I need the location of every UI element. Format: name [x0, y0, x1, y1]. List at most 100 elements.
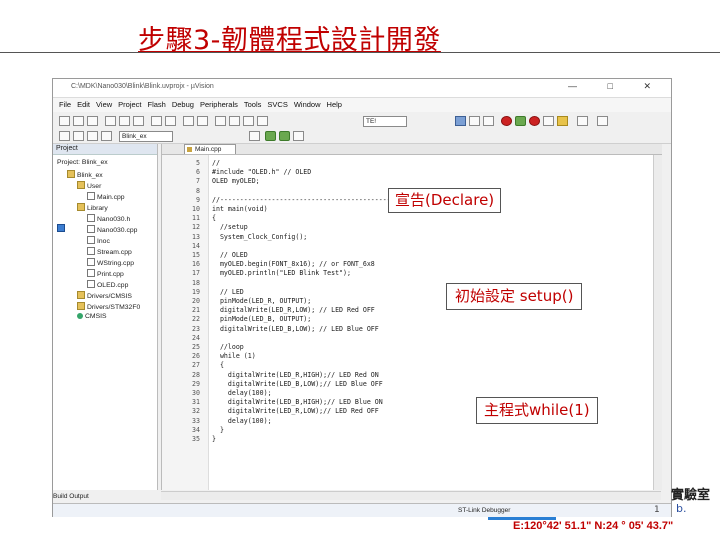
tree-item[interactable]: CMSIS: [77, 313, 107, 320]
code-line[interactable]: }: [212, 426, 224, 434]
window-controls[interactable]: — □ ✕: [568, 81, 665, 92]
paste-icon[interactable]: [133, 116, 144, 126]
line-number: 26: [192, 352, 200, 361]
code-line[interactable]: System_Clock_Config();: [212, 233, 307, 241]
view-icon[interactable]: [483, 116, 494, 126]
tree-item[interactable]: OLED.cpp: [87, 280, 128, 289]
tree-item[interactable]: WString.cpp: [87, 258, 134, 267]
folder-icon: [77, 181, 85, 189]
menu-debug[interactable]: Debug: [172, 100, 194, 109]
code-line[interactable]: {: [212, 214, 216, 222]
folder-icon: [77, 302, 85, 310]
open-file-icon[interactable]: [73, 116, 84, 126]
code-line[interactable]: {: [212, 361, 224, 369]
undo-icon[interactable]: [151, 116, 162, 126]
translate-icon[interactable]: [59, 131, 70, 141]
menu-view[interactable]: View: [96, 100, 112, 109]
nav-back-icon[interactable]: [183, 116, 194, 126]
nav-forward-icon[interactable]: [197, 116, 208, 126]
menu-help[interactable]: Help: [327, 100, 342, 109]
menu-tools[interactable]: Tools: [244, 100, 262, 109]
line-number: 5: [196, 159, 200, 167]
code-line[interactable]: #include "OLED.h" // OLED: [212, 168, 311, 176]
tree-item[interactable]: Print.cpp: [87, 269, 124, 278]
tree-item[interactable]: Main.cpp: [87, 192, 125, 201]
menu-file[interactable]: File: [59, 100, 71, 109]
tree-item[interactable]: Project: Blink_ex: [57, 159, 108, 232]
code-line[interactable]: pinMode(LED_B, OUTPUT);: [212, 315, 311, 323]
code-line[interactable]: digitalWrite(LED_B,LOW);// LED Blue OFF: [212, 380, 383, 388]
copy-icon[interactable]: [119, 116, 130, 126]
tools-icon[interactable]: [597, 116, 608, 126]
callout-loop: 主程式while(1): [476, 397, 598, 424]
rebuild-icon[interactable]: [87, 131, 98, 141]
code-line[interactable]: myOLED.println("LED Blink Test");: [212, 269, 351, 277]
tree-item[interactable]: Drivers/STM32F0: [77, 302, 140, 311]
tree-item[interactable]: User: [77, 181, 101, 190]
code-line[interactable]: digitalWrite(LED_R,LOW);// LED Red OFF: [212, 407, 379, 415]
indent-icon[interactable]: [229, 116, 240, 126]
code-line[interactable]: digitalWrite(LED_R,LOW); // LED Red OFF: [212, 306, 375, 314]
editor-tabbar: Main.cpp: [162, 144, 662, 155]
file-icon: [87, 258, 95, 266]
code-line[interactable]: while (1): [212, 352, 256, 360]
options-icon[interactable]: [577, 116, 588, 126]
bp-disable-icon[interactable]: [543, 116, 554, 126]
code-line[interactable]: //setup: [212, 223, 248, 231]
bookmark-icon[interactable]: [215, 116, 226, 126]
menu-window[interactable]: Window: [294, 100, 321, 109]
breakpoint-icon[interactable]: [529, 116, 540, 126]
build-icon[interactable]: [73, 131, 84, 141]
file-extensions-icon[interactable]: [293, 131, 304, 141]
code-line[interactable]: delay(100);: [212, 417, 272, 425]
code-line[interactable]: //loop: [212, 343, 244, 351]
config-icon[interactable]: [455, 116, 466, 126]
horizontal-scrollbar[interactable]: [161, 491, 661, 500]
code-line[interactable]: myOLED.begin(FONT_8x16); // or FONT_6x8: [212, 260, 375, 268]
menu-svcs[interactable]: SVCS: [267, 100, 287, 109]
vertical-scrollbar[interactable]: [653, 155, 662, 490]
tree-item[interactable]: Nano030.cpp: [87, 225, 137, 234]
find-combo[interactable]: TE!: [363, 116, 407, 127]
target-combo[interactable]: Blink_ex: [119, 131, 173, 142]
folder-icon: [77, 291, 85, 299]
code-line[interactable]: digitalWrite(LED_B,HIGH);// LED Blue ON: [212, 398, 383, 406]
new-file-icon[interactable]: [59, 116, 70, 126]
tree-item-label: Inoc: [97, 238, 110, 245]
manage-components-icon[interactable]: [265, 131, 276, 141]
code-line[interactable]: delay(100);: [212, 389, 272, 397]
debug-start-icon[interactable]: [501, 116, 512, 126]
tree-item[interactable]: Nano030.h: [87, 214, 130, 223]
code-line[interactable]: digitalWrite(LED_R,HIGH);// LED Red ON: [212, 371, 379, 379]
redo-icon[interactable]: [165, 116, 176, 126]
comment-icon[interactable]: [257, 116, 268, 126]
code-line[interactable]: // OLED: [212, 251, 248, 259]
download-icon[interactable]: [101, 131, 112, 141]
code-line[interactable]: pinMode(LED_R, OUTPUT);: [212, 297, 311, 305]
code-line[interactable]: }: [212, 435, 216, 443]
tree-item[interactable]: Stream.cpp: [87, 247, 132, 256]
tree-item[interactable]: Drivers/CMSIS: [77, 291, 132, 300]
code-line[interactable]: // LED: [212, 288, 244, 296]
cut-icon[interactable]: [105, 116, 116, 126]
save-icon[interactable]: [87, 116, 98, 126]
target-options-icon[interactable]: [249, 131, 260, 141]
code-line[interactable]: //: [212, 159, 220, 167]
line-number: 15: [192, 251, 200, 259]
tree-item[interactable]: Inoc: [87, 236, 110, 245]
code-line[interactable]: digitalWrite(LED_B,LOW); // LED Blue OFF: [212, 325, 379, 333]
menu-peripherals[interactable]: Peripherals: [200, 100, 238, 109]
outdent-icon[interactable]: [243, 116, 254, 126]
tree-item[interactable]: Library: [77, 203, 108, 212]
menu-edit[interactable]: Edit: [77, 100, 90, 109]
code-line[interactable]: int main(void): [212, 205, 268, 213]
menu-project[interactable]: Project: [118, 100, 141, 109]
bp-list-icon[interactable]: [557, 116, 568, 126]
menu-flash[interactable]: Flash: [148, 100, 166, 109]
tab-main-cpp[interactable]: Main.cpp: [184, 144, 236, 154]
code-line[interactable]: OLED myOLED;: [212, 177, 260, 185]
run-icon[interactable]: [515, 116, 526, 126]
window-layout-icon[interactable]: [469, 116, 480, 126]
tree-item[interactable]: Blink_ex: [67, 170, 103, 179]
pack-installer-icon[interactable]: [279, 131, 290, 141]
